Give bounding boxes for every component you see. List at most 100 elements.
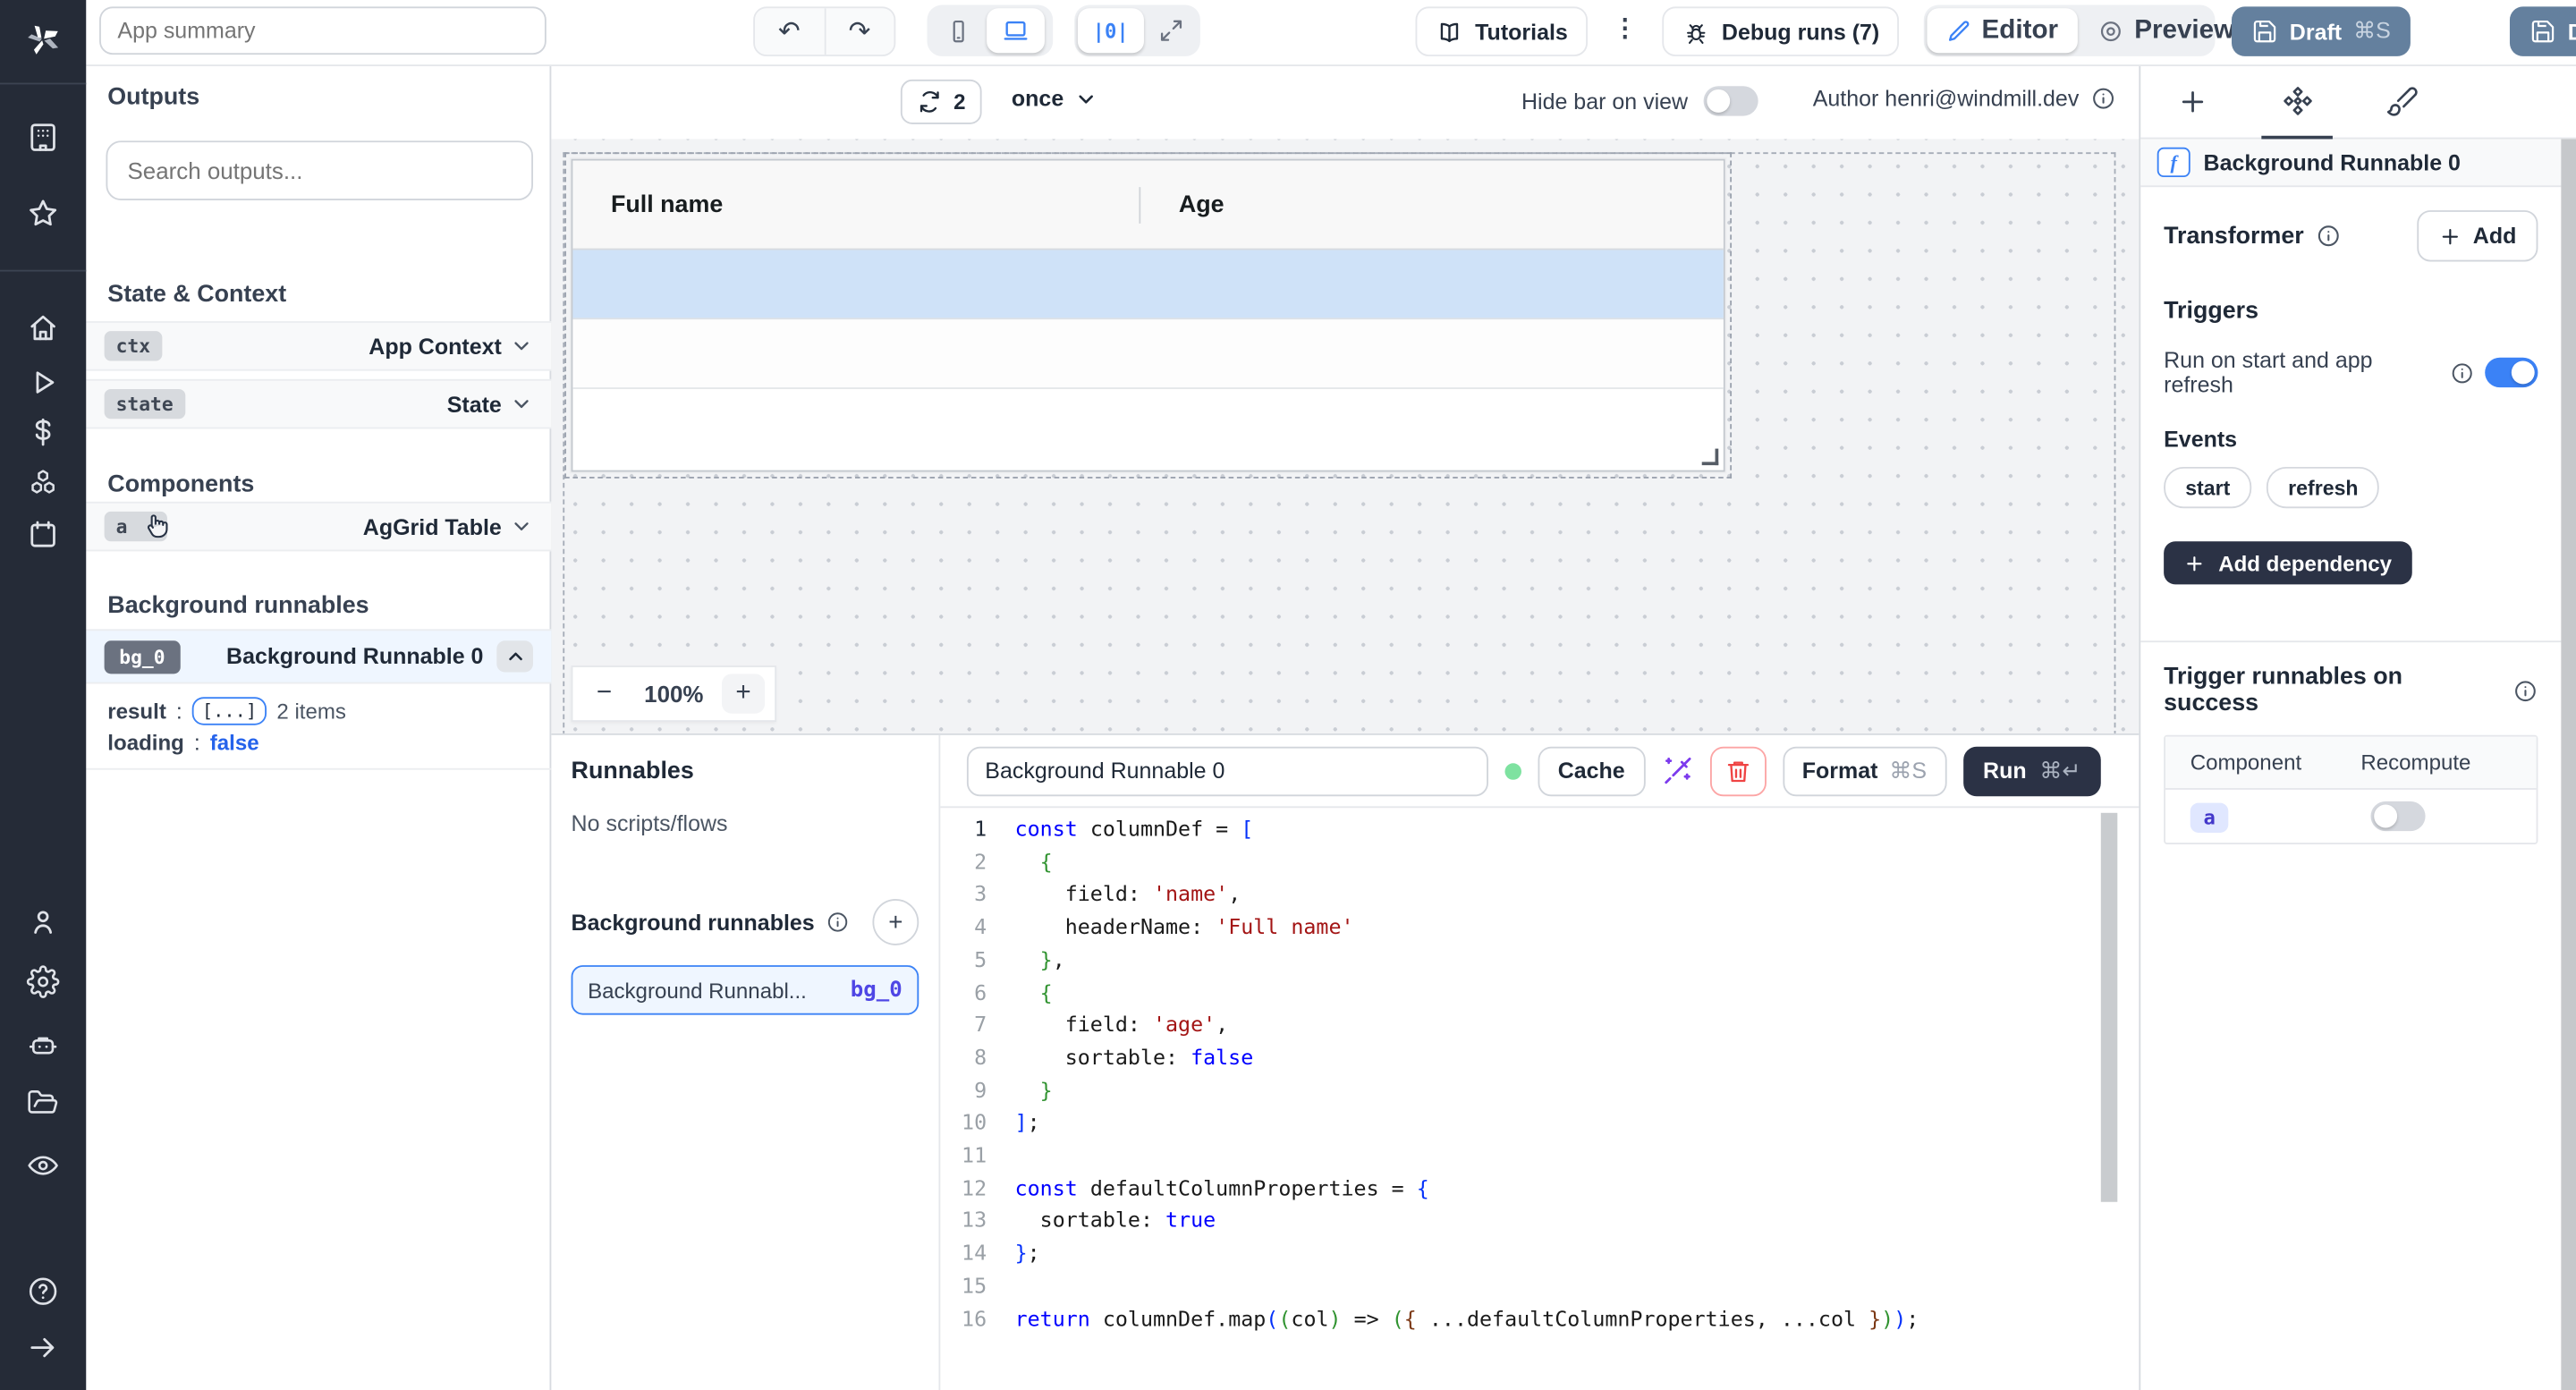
- center-align-icon: |0|: [1093, 19, 1129, 42]
- table-header-age[interactable]: Age: [1179, 161, 1224, 250]
- table-header-fullname[interactable]: Full name: [611, 161, 723, 250]
- home-icon[interactable]: [27, 311, 60, 344]
- info-icon: [2090, 86, 2115, 111]
- loading-row[interactable]: loading : false: [86, 730, 551, 769]
- deploy-button[interactable]: Deploy: [2510, 6, 2576, 56]
- workers-robot-icon[interactable]: [27, 1028, 60, 1061]
- aggrid-table-component[interactable]: Full name Age: [572, 159, 1725, 472]
- device-toggle: [928, 5, 1054, 56]
- tutorials-button[interactable]: Tutorials: [1416, 6, 1589, 56]
- brush-icon: [2385, 84, 2418, 117]
- tab-insert-component[interactable]: [2140, 64, 2245, 138]
- run-on-start-toggle[interactable]: [2486, 358, 2538, 387]
- zoom-out-button[interactable]: −: [583, 674, 626, 713]
- users-person-icon[interactable]: [27, 905, 60, 938]
- code-editor-panel: Cache Format ⌘S Run ⌘↵ 1const columnDef …: [940, 735, 2139, 1390]
- recompute-toggle[interactable]: [2370, 801, 2425, 831]
- add-bg-runnable-button[interactable]: +: [872, 899, 919, 945]
- runnables-title: Runnables: [572, 759, 919, 785]
- topbar: ↶ ↷ |0| Tutorials ⋮ Debug runs (7: [86, 0, 2576, 66]
- add-dependency-button[interactable]: Add dependency: [2164, 541, 2411, 584]
- runs-play-icon[interactable]: [27, 366, 60, 399]
- output-row-ctx[interactable]: ctx App Context: [86, 321, 551, 371]
- info-icon: [2316, 224, 2341, 249]
- search-outputs-input[interactable]: [106, 140, 533, 200]
- editor-scrollbar[interactable]: [2101, 813, 2118, 1202]
- delete-button[interactable]: [1709, 746, 1766, 796]
- mobile-view-button[interactable]: [930, 8, 987, 53]
- table-row[interactable]: [572, 319, 1723, 389]
- panel-scrollbar[interactable]: [2561, 139, 2576, 1390]
- result-row[interactable]: result : [...] 2 items: [86, 691, 551, 730]
- event-chip-refresh[interactable]: refresh: [2267, 467, 2380, 508]
- column-header-recompute: Recompute: [2360, 750, 2470, 775]
- runnable-name-input[interactable]: [967, 746, 1488, 796]
- column-separator[interactable]: [1139, 187, 1140, 224]
- apps-icon[interactable]: [27, 121, 60, 154]
- hide-bar-label: Hide bar on view: [1521, 89, 1688, 114]
- output-row-component-a[interactable]: a AgGrid Table: [86, 502, 551, 552]
- favorites-star-icon[interactable]: [27, 197, 60, 230]
- loading-value: false: [210, 730, 259, 755]
- event-chips: start refresh: [2164, 467, 2538, 508]
- expand-icon: [1158, 18, 1183, 43]
- editor-preview-toggle: Editor Preview: [1924, 5, 2216, 56]
- colon: :: [176, 698, 182, 723]
- run-button[interactable]: Run ⌘↵: [1963, 746, 2101, 796]
- app-canvas[interactable]: Full name Age − 100% +: [551, 139, 2139, 733]
- resize-handle[interactable]: [1702, 449, 1719, 466]
- tab-editor[interactable]: Editor: [1927, 8, 2078, 53]
- result-count: 2 items: [276, 698, 346, 723]
- zoom-control: − 100% +: [572, 665, 777, 722]
- chevron-up-icon: [504, 646, 526, 667]
- undo-button[interactable]: ↶: [755, 8, 826, 55]
- bg-runnable-item[interactable]: Background Runnabl... bg_0: [572, 965, 919, 1015]
- zoom-in-button[interactable]: +: [722, 674, 765, 713]
- variables-dollar-icon[interactable]: [27, 416, 60, 449]
- tab-styling[interactable]: [2349, 64, 2453, 138]
- refresh-count-button[interactable]: 2: [901, 80, 982, 124]
- refresh-mode-value: once: [1012, 86, 1063, 111]
- output-row-state[interactable]: state State: [86, 379, 551, 429]
- diamond-grid-icon: [2281, 84, 2314, 117]
- more-menu-button[interactable]: ⋮: [1613, 13, 1638, 43]
- collapse-bg0-button[interactable]: [496, 640, 533, 672]
- windmill-logo[interactable]: [25, 21, 62, 58]
- tab-component-settings[interactable]: [2245, 64, 2350, 138]
- editor-header: Cache Format ⌘S Run ⌘↵: [940, 735, 2139, 808]
- chevron-down-icon: [1073, 87, 1097, 110]
- collapse-arrow-icon[interactable]: [27, 1331, 60, 1364]
- debug-runs-label: Debug runs (7): [1722, 19, 1879, 44]
- author-info: Author henri@windmill.dev: [1813, 86, 2115, 111]
- tab-preview[interactable]: Preview: [2078, 8, 2254, 53]
- result-expand-chip[interactable]: [...]: [192, 696, 267, 724]
- audit-eye-icon[interactable]: [27, 1149, 60, 1182]
- hide-bar-toggle[interactable]: [1703, 86, 1758, 115]
- debug-runs-button[interactable]: Debug runs (7): [1662, 6, 1899, 56]
- code-lines[interactable]: 1const columnDef = [2 {3 field: 'name',4…: [940, 808, 2117, 1390]
- preview-target-icon: [2097, 17, 2124, 44]
- desktop-view-button[interactable]: [987, 8, 1045, 53]
- settings-gear-icon[interactable]: [27, 965, 60, 998]
- event-chip-start[interactable]: start: [2164, 467, 2251, 508]
- ai-wand-icon[interactable]: [1661, 755, 1692, 786]
- center-align-button[interactable]: |0|: [1078, 8, 1143, 53]
- folders-folder-icon[interactable]: [27, 1086, 60, 1119]
- refresh-count: 2: [953, 89, 965, 114]
- format-button[interactable]: Format ⌘S: [1783, 746, 1947, 796]
- help-icon[interactable]: [27, 1275, 60, 1308]
- component-a-chip[interactable]: a: [2190, 802, 2229, 832]
- cache-button[interactable]: Cache: [1538, 746, 1644, 796]
- add-transformer-button[interactable]: Add: [2417, 210, 2538, 261]
- schedules-calendar-icon[interactable]: [27, 518, 60, 551]
- refresh-mode-select[interactable]: once: [1012, 86, 1097, 111]
- info-icon: [2450, 360, 2474, 386]
- bg-runnable-item-badge: bg_0: [851, 978, 902, 1003]
- fullscreen-button[interactable]: [1143, 8, 1198, 53]
- draft-button[interactable]: Draft ⌘S: [2232, 6, 2411, 56]
- table-row-selected[interactable]: [572, 250, 1723, 319]
- resources-cubes-icon[interactable]: [27, 467, 60, 500]
- redo-button[interactable]: ↷: [826, 8, 894, 55]
- app-summary-input[interactable]: [99, 6, 547, 55]
- output-row-bg0[interactable]: bg_0 Background Runnable 0: [86, 629, 551, 683]
